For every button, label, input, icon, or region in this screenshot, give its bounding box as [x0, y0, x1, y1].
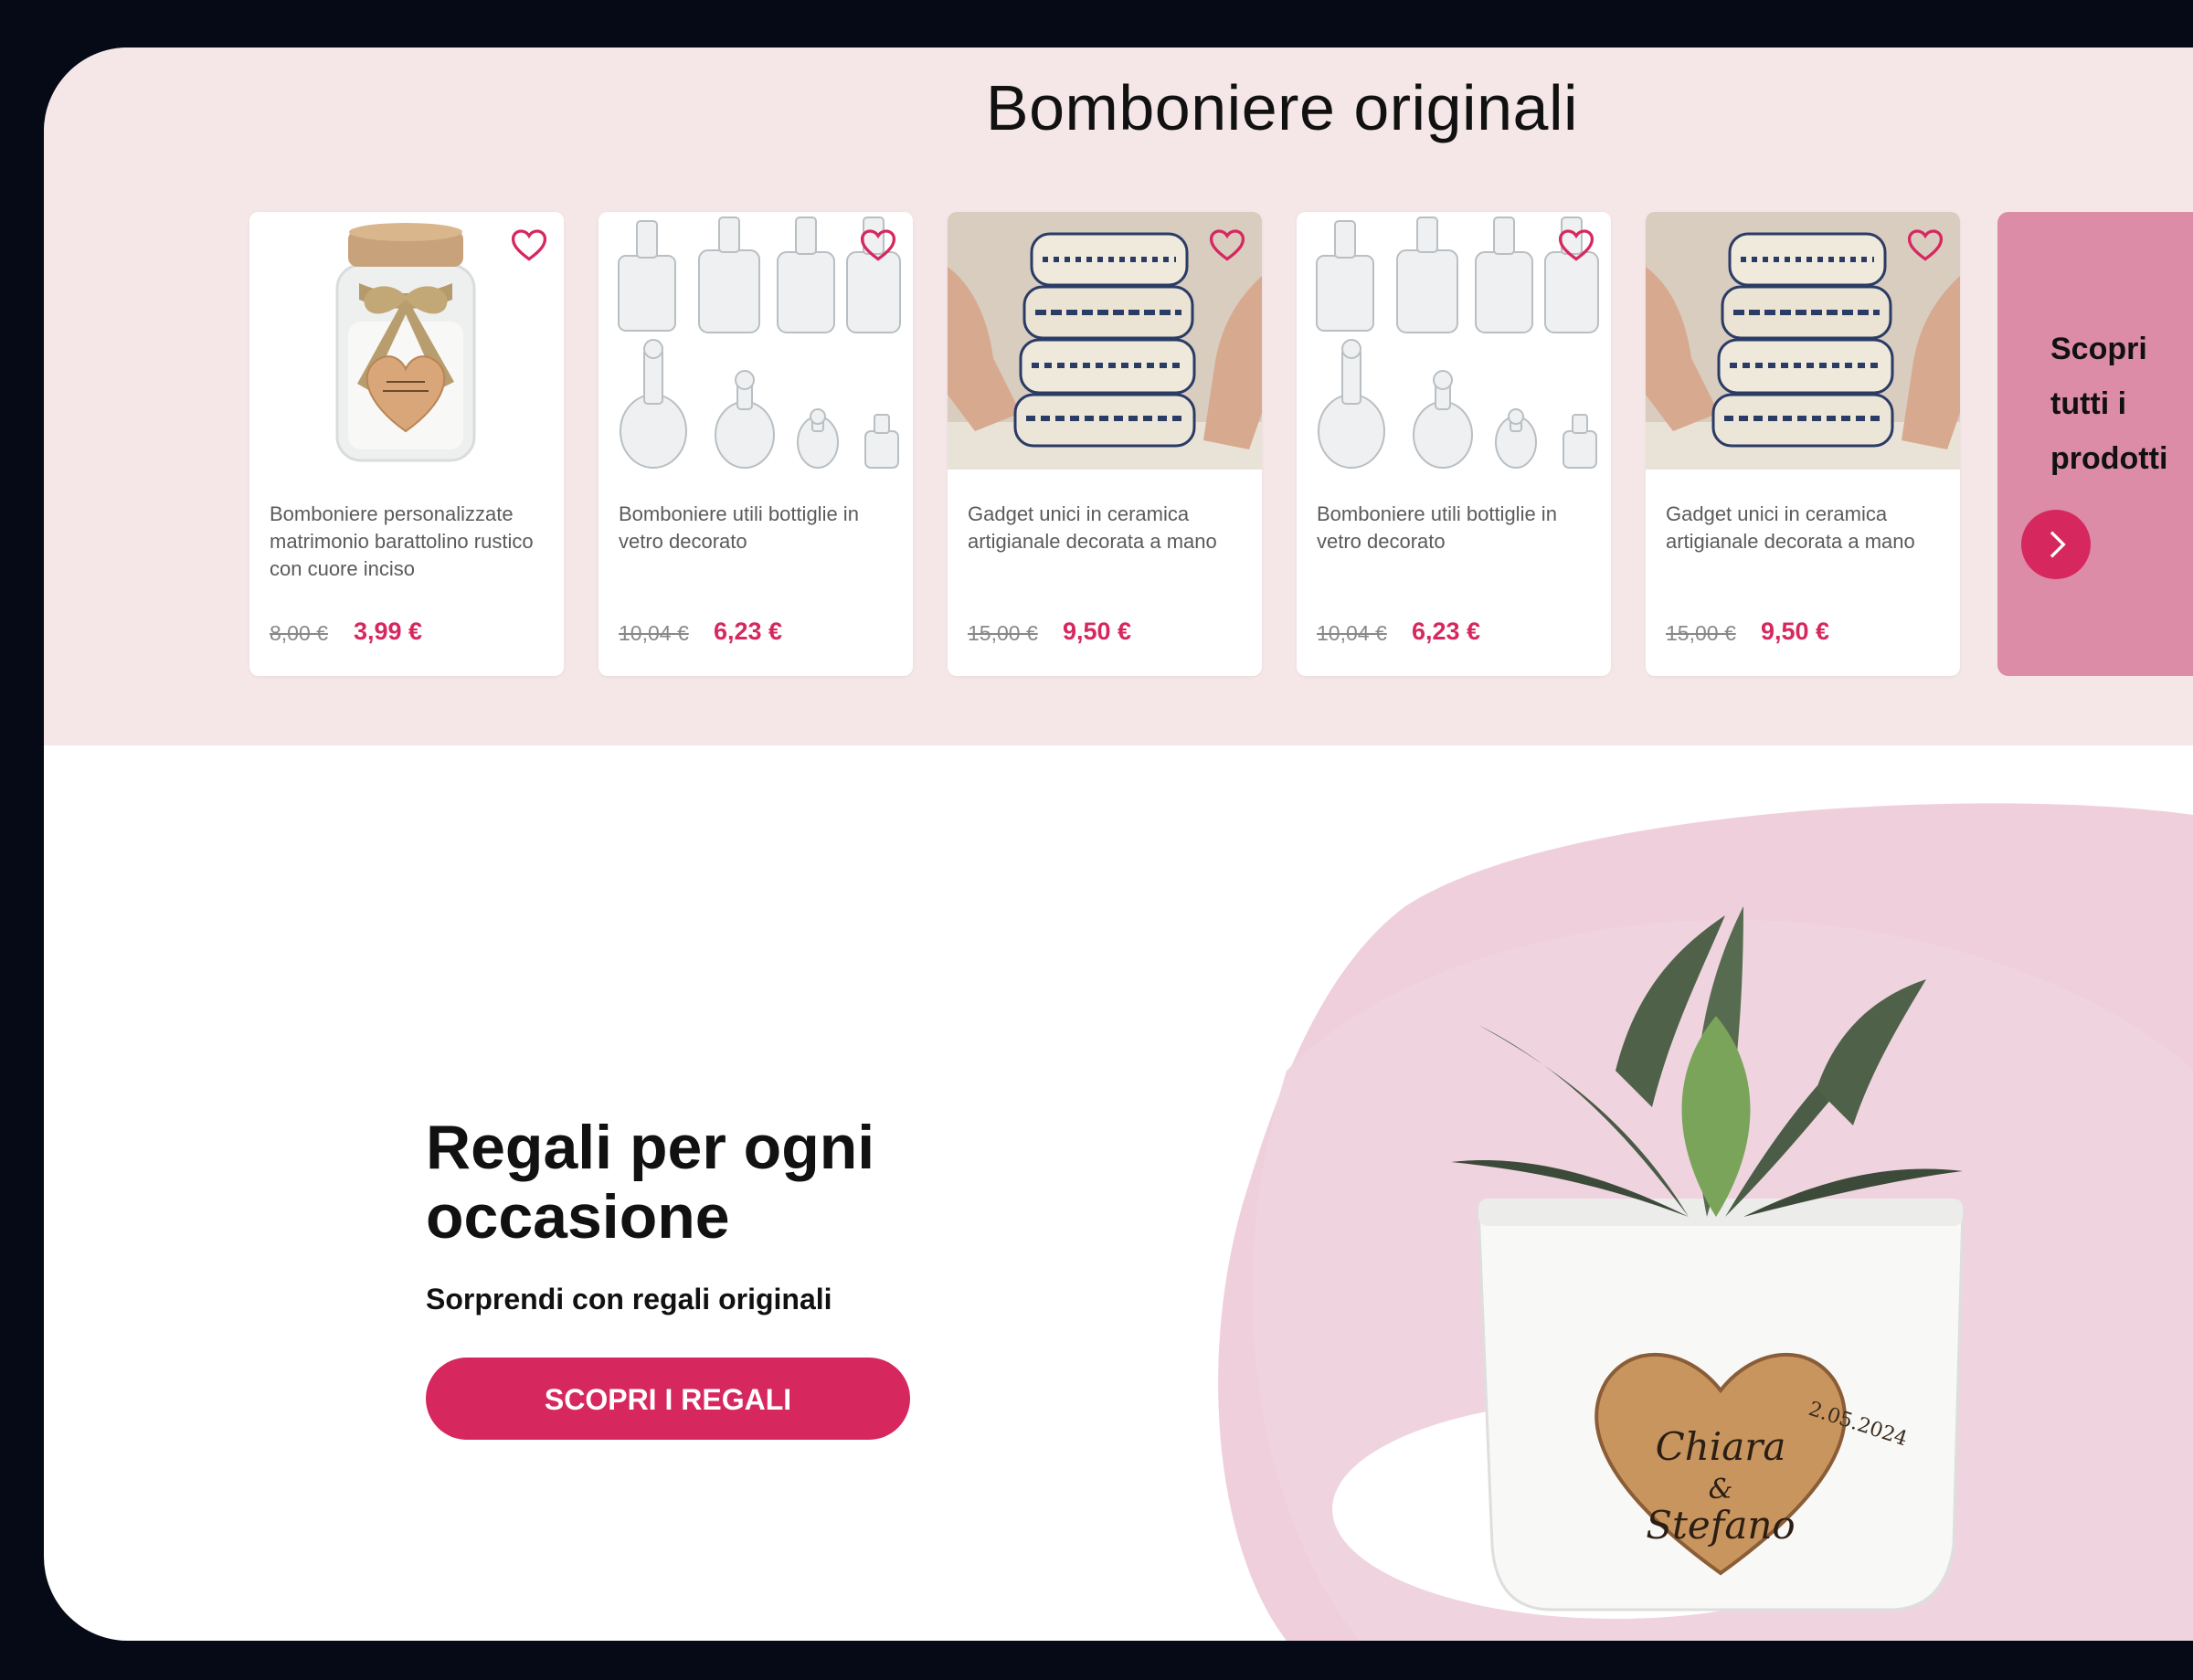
products-section: Bomboniere originali Bomboniere personal…: [44, 48, 2193, 745]
product-title[interactable]: Bomboniere utili bottiglie in vetro deco…: [1317, 501, 1591, 555]
see-all-products-label[interactable]: Scopri tutti i prodotti: [2050, 322, 2193, 486]
product-price: 9,50 €: [1063, 618, 1132, 645]
heart-outline-icon[interactable]: [509, 225, 549, 265]
product-card[interactable]: Gadget unici in ceramica artigianale dec…: [1646, 212, 1960, 676]
product-title[interactable]: Gadget unici in ceramica artigianale dec…: [968, 501, 1242, 555]
product-title[interactable]: Bomboniere personalizzate matrimonio bar…: [270, 501, 544, 583]
heart-outline-icon[interactable]: [1905, 225, 1945, 265]
product-card[interactable]: Bomboniere utili bottiglie in vetro deco…: [1297, 212, 1611, 676]
product-price: 6,23 €: [1412, 618, 1481, 645]
product-old-price: 10,04 €: [1317, 621, 1387, 645]
promo-subtitle: Sorprendi con regali originali: [426, 1283, 832, 1315]
see-all-products-button[interactable]: [2021, 510, 2091, 579]
heart-outline-icon[interactable]: [1556, 225, 1596, 265]
product-card[interactable]: Bomboniere personalizzate matrimonio bar…: [249, 212, 564, 676]
promo-image: 2.05.2024 Chiara & Stefano: [1177, 797, 2193, 1641]
promo-image-name-1: Chiara: [1656, 1424, 1786, 1469]
product-title[interactable]: Gadget unici in ceramica artigianale dec…: [1666, 501, 1940, 555]
screen: Bomboniere originali Bomboniere personal…: [44, 48, 2193, 1641]
product-old-price: 8,00 €: [270, 621, 328, 645]
product-price: 3,99 €: [354, 618, 423, 645]
device-frame: Bomboniere originali Bomboniere personal…: [0, 0, 2193, 1680]
promo-title: Regali per ogni occasione: [426, 1113, 875, 1252]
discover-gifts-button[interactable]: SCOPRI I REGALI: [426, 1358, 910, 1440]
heart-outline-icon[interactable]: [858, 225, 898, 265]
product-old-price: 10,04 €: [619, 621, 689, 645]
promo-image-ampersand: &: [1709, 1474, 1733, 1506]
product-price: 6,23 €: [714, 618, 783, 645]
heart-outline-icon[interactable]: [1207, 225, 1247, 265]
see-all-products-card[interactable]: Scopri tutti i prodotti: [1997, 212, 2193, 676]
chevron-right-icon: [2050, 531, 2066, 558]
product-card[interactable]: Gadget unici in ceramica artigianale dec…: [948, 212, 1262, 676]
product-price: 9,50 €: [1761, 618, 1830, 645]
product-old-price: 15,00 €: [968, 621, 1038, 645]
section-title: Bomboniere originali: [985, 72, 1579, 143]
product-old-price: 15,00 €: [1666, 621, 1736, 645]
promo-image-name-2: Stefano: [1646, 1503, 1795, 1548]
product-title[interactable]: Bomboniere utili bottiglie in vetro deco…: [619, 501, 893, 555]
product-card[interactable]: Bomboniere utili bottiglie in vetro deco…: [599, 212, 913, 676]
